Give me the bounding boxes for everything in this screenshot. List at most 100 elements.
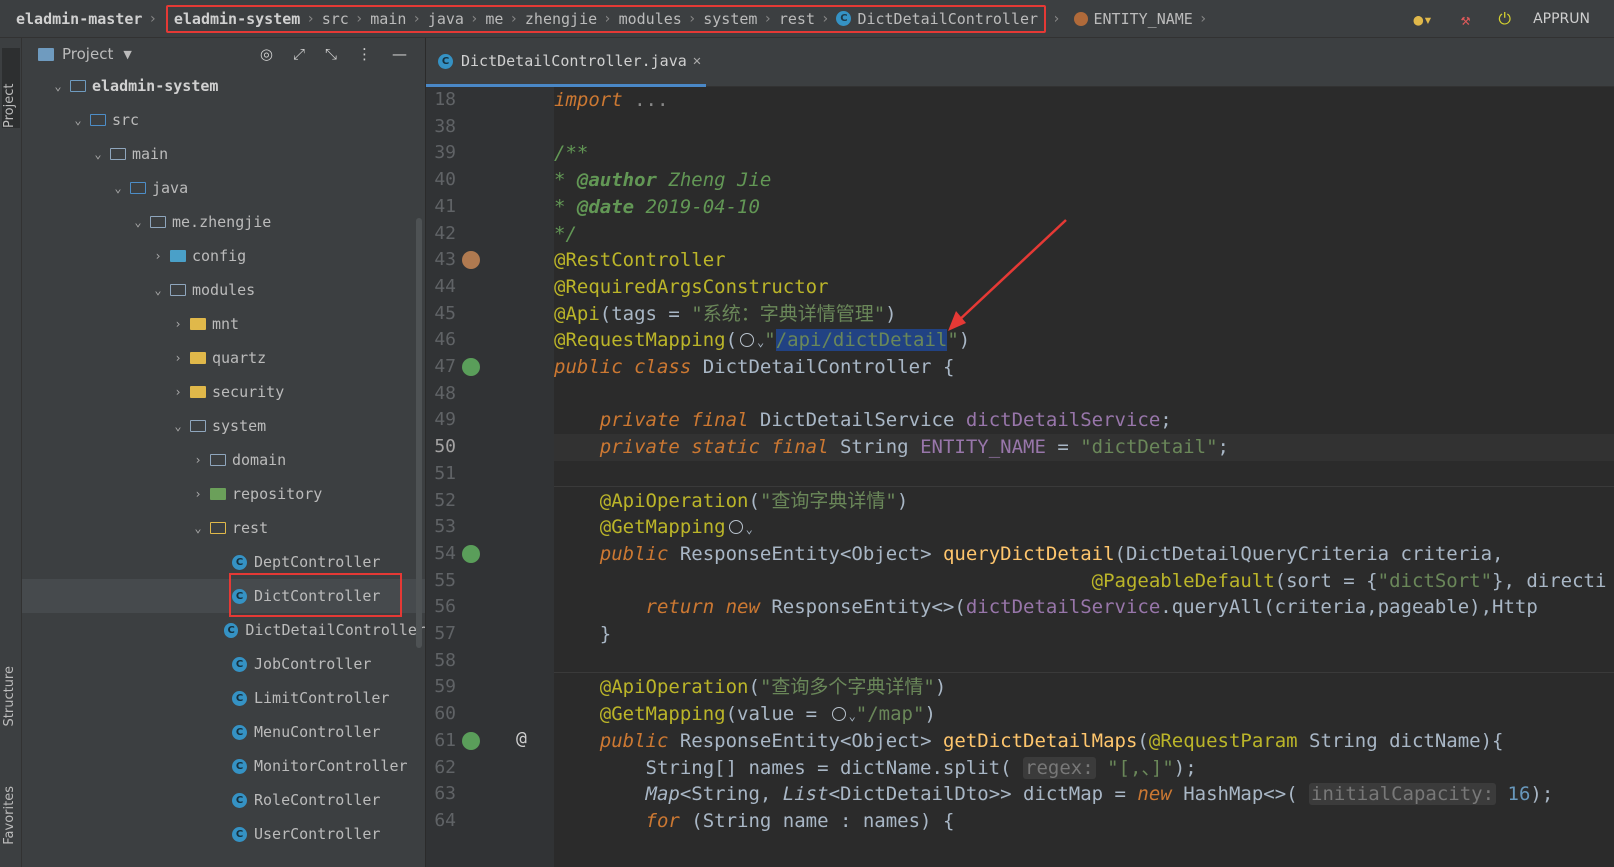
line-number: 53 (434, 516, 456, 538)
tree-item-me-zhengjie[interactable]: ⌄ me.zhengjie (22, 205, 425, 239)
tree-item-quartz[interactable]: › quartz (22, 341, 425, 375)
endpoint-icon[interactable] (462, 732, 480, 750)
code-line-current: private static final String ENTITY_NAME … (554, 434, 1614, 461)
code-line: /** (554, 142, 589, 165)
tree-item-limitcontroller[interactable]: C LimitController (22, 681, 425, 715)
tree-item-rest[interactable]: ⌄ rest (22, 511, 425, 545)
breadcrumb-item-system[interactable]: system › (703, 10, 779, 28)
breadcrumb-item-main[interactable]: main › (370, 10, 428, 28)
chevron-down-icon[interactable]: ⌄ (150, 283, 166, 297)
tree-item-jobcontroller[interactable]: C JobController (22, 647, 425, 681)
hammer-icon[interactable]: ⚒ (1461, 10, 1471, 29)
breadcrumb-item-me[interactable]: me › (485, 10, 525, 28)
breadcrumb-item-eladmin-system[interactable]: eladmin-system › (174, 10, 322, 28)
code-line: public ResponseEntity<Object> getDictDet… (599, 729, 1504, 752)
collapse-icon[interactable]: ⤡ (325, 45, 337, 63)
chevron-right-icon[interactable]: › (150, 249, 166, 263)
more-options-icon[interactable]: ⋮ (357, 45, 372, 63)
code-line: @RequestMapping(⌄"/api/dictDetail") (554, 329, 971, 352)
breadcrumb-field[interactable]: › ENTITY_NAME › (1046, 10, 1214, 28)
chevron-right-icon[interactable]: › (190, 453, 206, 467)
code-line: } (554, 623, 612, 645)
close-icon[interactable]: ✕ (693, 53, 701, 69)
chevron-down-icon[interactable]: ⌄ (90, 147, 106, 161)
breadcrumb-item-rest[interactable]: rest › (779, 10, 837, 28)
spring-bean-icon[interactable] (462, 358, 480, 376)
chevron-down-icon[interactable]: ⌄ (110, 181, 126, 195)
line-number: 46 (434, 329, 456, 351)
tree-item-security[interactable]: › security (22, 375, 425, 409)
tree-item-config[interactable]: › config (22, 239, 425, 273)
code-line: public class DictDetailController { (554, 356, 955, 378)
rest-folder-icon (210, 522, 226, 534)
favorites-tool-button[interactable]: Favorites (2, 786, 17, 845)
bean-icon[interactable] (462, 251, 480, 269)
line-number: 49 (434, 409, 456, 431)
line-number: 57 (434, 623, 456, 644)
expand-icon[interactable]: ⤢ (293, 45, 305, 63)
users-icon[interactable]: ●▾ (1414, 10, 1433, 29)
structure-tool-button[interactable]: Structure (2, 666, 17, 726)
power-icon[interactable]: ⏻ (1498, 9, 1511, 29)
tree-item-java[interactable]: ⌄ java (22, 171, 425, 205)
globe-icon[interactable] (831, 707, 846, 722)
project-icon (38, 47, 54, 61)
config-folder-icon (170, 250, 186, 262)
package-icon (190, 420, 206, 432)
hide-icon[interactable]: — (392, 45, 407, 63)
tree-item-domain[interactable]: › domain (22, 443, 425, 477)
breadcrumb-item-modules[interactable]: modules › (619, 10, 704, 28)
tree-item-system[interactable]: ⌄ system (22, 409, 425, 443)
chevron-right-icon[interactable]: › (170, 317, 186, 331)
breadcrumb-item-dictdetailcontroller[interactable]: C DictDetailController (836, 10, 1038, 28)
code-line: @GetMapping(value = ⌄"/map") (599, 703, 936, 726)
autowired-icon[interactable]: @ (516, 728, 527, 749)
project-view-selector[interactable]: Project (62, 45, 113, 63)
project-scrollbar[interactable] (416, 218, 422, 648)
locate-icon[interactable]: ◎ (260, 45, 273, 63)
class-icon: C (232, 656, 247, 672)
chevron-right-icon[interactable]: › (190, 487, 206, 501)
chevron-down-icon[interactable]: ⌄ (130, 215, 146, 229)
chevron-down-icon[interactable]: ⌄ (170, 419, 186, 433)
globe-icon[interactable] (740, 333, 755, 348)
tree-item-eladmin-system[interactable]: ⌄ eladmin-system (22, 69, 425, 103)
editor-tab-bar: C DictDetailController.java ✕ (426, 38, 1614, 87)
breadcrumb-item-src[interactable]: src › (322, 10, 371, 28)
source-root-icon (130, 182, 146, 194)
chevron-down-icon[interactable]: ⌄ (50, 79, 66, 93)
tree-item-main[interactable]: ⌄ main (22, 137, 425, 171)
chevron-down-icon[interactable]: ⌄ (190, 521, 206, 535)
tab-dictdetailcontroller[interactable]: C DictDetailController.java ✕ (426, 38, 706, 87)
code-line: @ApiOperation("查询多个字典详情") (599, 676, 947, 699)
tree-item-usercontroller[interactable]: C UserController (22, 817, 425, 851)
module-icon (70, 80, 86, 92)
tree-item-src[interactable]: ⌄ src (22, 103, 425, 137)
dictcontroller-highlight-box (229, 573, 402, 617)
tree-item-dictdetailcontroller[interactable]: C DictDetailController (22, 613, 425, 647)
line-number: 40 (434, 169, 456, 191)
breadcrumb-root[interactable]: eladmin-master › (16, 10, 164, 28)
tree-item-monitorcontroller[interactable]: C MonitorController (22, 749, 425, 783)
annotation-arrow (948, 219, 1067, 331)
tree-item-menucontroller[interactable]: C MenuController (22, 715, 425, 749)
code-line: Map<String, List<DictDetailDto>> dictMap… (645, 783, 1554, 806)
globe-icon[interactable] (728, 520, 743, 535)
code-line: return new ResponseEntity<>(dictDetailSe… (645, 596, 1538, 619)
chevron-down-icon[interactable]: ⌄ (70, 113, 86, 127)
project-tool-button[interactable]: Project (2, 48, 20, 128)
breadcrumb-item-zhengjie[interactable]: zhengjie › (525, 10, 619, 28)
breadcrumb-item-java[interactable]: java › (428, 10, 486, 28)
tree-item-rolecontroller[interactable]: C RoleController (22, 783, 425, 817)
code-editor[interactable]: import ... /** * @author Zheng Jie * @da… (554, 87, 1614, 867)
tree-item-mnt[interactable]: › mnt (22, 307, 425, 341)
tree-item-modules[interactable]: ⌄ modules (22, 273, 425, 307)
chevron-down-icon[interactable]: ▼ (123, 48, 131, 61)
chevron-right-icon[interactable]: › (170, 351, 186, 365)
run-config-selector[interactable]: APPRUN (1533, 11, 1590, 27)
breadcrumb: eladmin-system › src › main › java › me › zhe… (165, 4, 1047, 33)
chevron-right-icon[interactable]: › (170, 385, 186, 399)
class-icon: C (232, 792, 247, 808)
endpoint-icon[interactable] (462, 545, 480, 563)
tree-item-repository[interactable]: › repository (22, 477, 425, 511)
